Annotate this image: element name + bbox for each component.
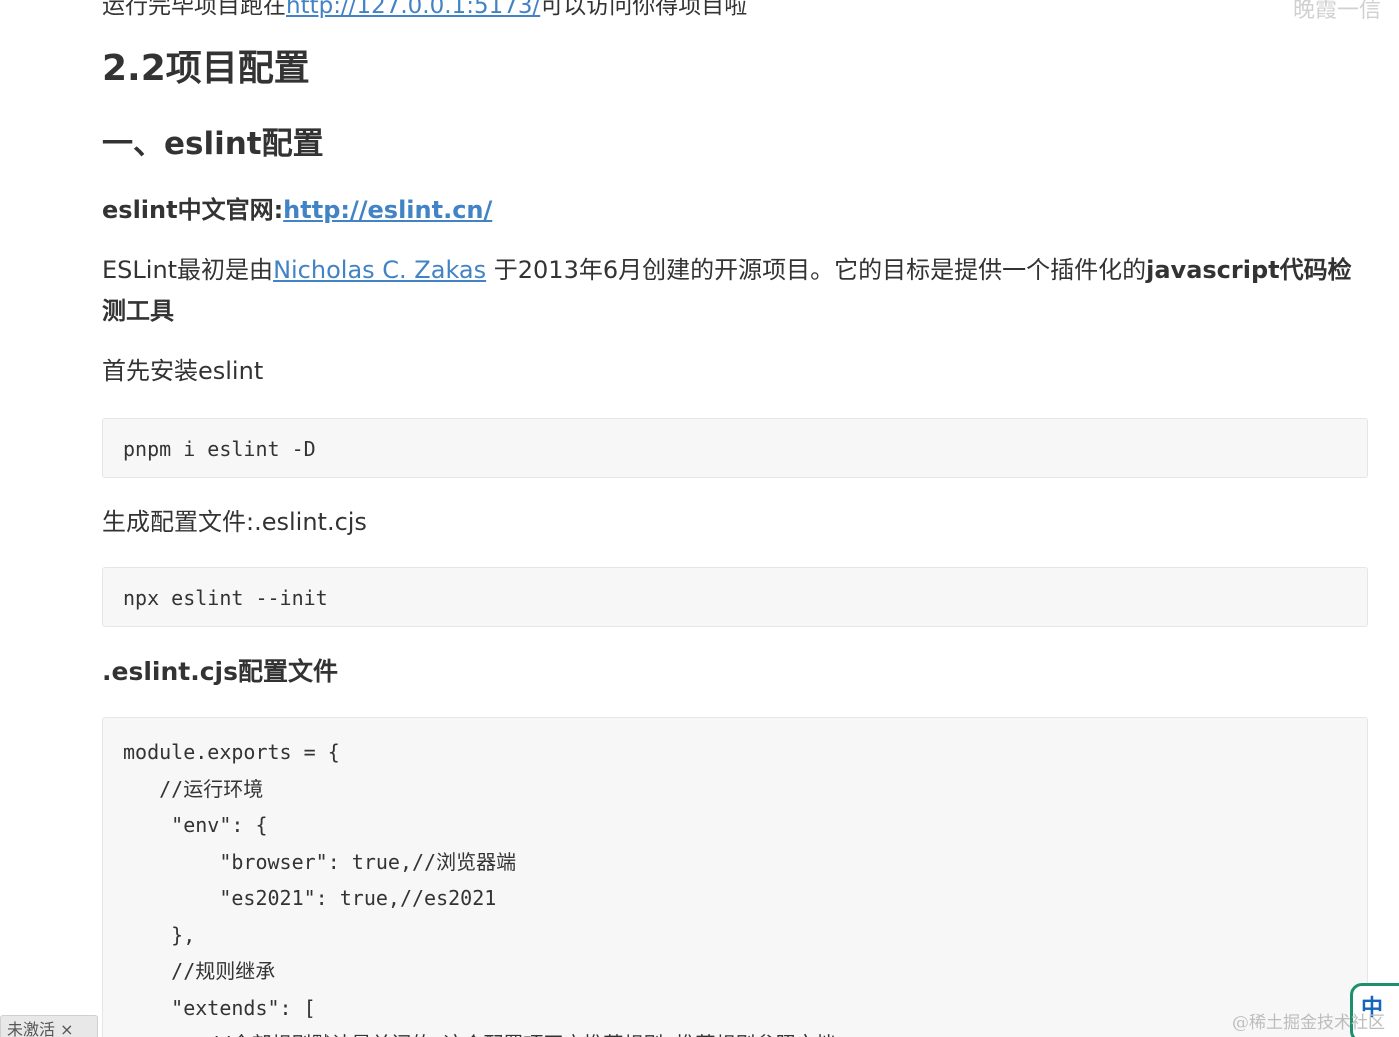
local-server-link[interactable]: http://127.0.0.1:5173/ <box>286 0 540 19</box>
code-line: //规则继承 <box>123 959 276 983</box>
config-code-block[interactable]: module.exports = { //运行环境 "env": { "brow… <box>102 717 1368 1037</box>
intro-middle: 于2013年6月创建的开源项目。它的目标是提供一个插件化的 <box>486 256 1147 284</box>
code-line: //运行环境 <box>123 776 264 801</box>
code-line: pnpm i eslint -D <box>123 437 316 461</box>
install-paragraph: 首先安装eslint <box>102 357 264 385</box>
inactive-tab[interactable]: 未激活 × <box>0 1015 98 1037</box>
previous-paragraph-suffix: 可以访问你得项目啦 <box>540 0 748 19</box>
section-heading: 2.2项目配置 <box>102 48 310 89</box>
code-line: "es2021": true,//es2021 <box>123 886 497 910</box>
inactive-tab-label: 未激活 <box>7 1020 56 1037</box>
subsection-heading: 一、eslint配置 <box>102 126 324 162</box>
install-code-block[interactable]: pnpm i eslint -D <box>102 418 1368 478</box>
top-watermark: 晚霞一信 <box>1292 0 1381 23</box>
intro-paragraph: ESLint最初是由Nicholas C. Zakas 于2013年6月创建的开… <box>102 250 1372 332</box>
eslint-cn-link[interactable]: http://eslint.cn/ <box>283 196 492 224</box>
code-line: npx eslint --init <box>123 586 328 610</box>
code-line: "browser": true,//浏览器端 <box>123 849 517 874</box>
close-icon[interactable]: × <box>60 1020 73 1037</box>
official-site-label: eslint中文官网: <box>102 196 284 224</box>
config-file-heading: .eslint.cjs配置文件 <box>102 657 338 686</box>
previous-paragraph-prefix: 运行完毕项目跑在 <box>102 0 286 19</box>
bottom-watermark: @稀土掘金技术社区 <box>1232 1013 1385 1033</box>
author-link[interactable]: Nicholas C. Zakas <box>273 256 486 284</box>
intro-prefix: ESLint最初是由 <box>102 256 274 284</box>
generate-config-paragraph: 生成配置文件:.eslint.cjs <box>102 508 367 536</box>
previous-paragraph: 运行完毕项目跑在http://127.0.0.1:5173/可以访问你得项目啦 <box>102 0 747 20</box>
code-line: "extends": [ <box>123 995 316 1020</box>
init-code-block[interactable]: npx eslint --init <box>102 567 1368 627</box>
code-line: "env": { <box>123 813 268 837</box>
code-line: //全部规则默认是关闭的,这个配置项开启推荐规则,推荐规则参照文档 <box>123 1026 1347 1037</box>
code-line: }, <box>123 922 196 947</box>
document-page: 运行完毕项目跑在http://127.0.0.1:5173/可以访问你得项目啦 … <box>0 0 1399 1037</box>
code-line: module.exports = { <box>123 740 340 764</box>
official-site-paragraph: eslint中文官网:http://eslint.cn/ <box>102 193 492 227</box>
